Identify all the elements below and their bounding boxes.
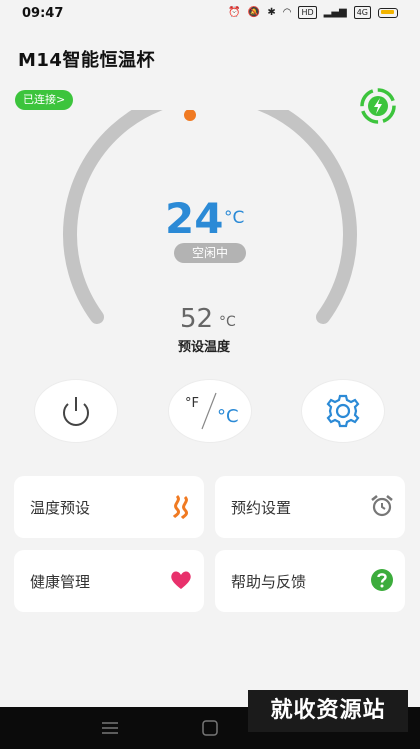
network-icon: 4G [353,6,371,19]
power-button[interactable] [35,380,117,442]
status-time: 09:47 [22,6,64,21]
celsius-label: °C [217,406,239,427]
battery-icon [378,7,398,18]
hd-icon: HD [298,6,317,19]
status-badge: 空闲中 [174,243,246,263]
gauge-indicator[interactable] [184,110,196,121]
unit-divider-icon [201,392,217,430]
health-label: 健康管理 [30,573,91,591]
preset-temperature-label: 预设温度 [178,340,231,355]
home-icon[interactable] [202,720,218,736]
help-feedback-label: 帮助与反馈 [231,573,307,591]
status-bar: 09:47 ⏰ 🔕 ✱ ◠ HD ▂▄▆ 4G [0,0,420,30]
help-icon [371,569,393,591]
temperature-preset-label: 温度预设 [30,499,91,517]
watermark: 就收资源站 [248,690,408,732]
signal-icon: ▂▄▆ [323,7,347,18]
bluetooth-icon: ✱ [267,7,276,18]
status-icons: ⏰ 🔕 ✱ ◠ HD ▂▄▆ 4G [228,6,398,19]
unit-toggle-button[interactable]: °F °C [169,380,251,442]
help-feedback-card[interactable]: 帮助与反馈 [215,550,405,612]
preset-temperature-unit: °C [219,314,236,330]
temperature-preset-card[interactable]: 温度预设 [14,476,204,538]
heart-icon [171,571,191,589]
settings-button[interactable] [302,380,384,442]
silent-icon: 🔕 [247,7,261,18]
gear-icon [326,394,360,428]
menu-icon[interactable] [102,722,118,734]
connection-status-badge[interactable]: 已连接> [15,90,74,110]
wifi-icon: ◠ [282,7,292,18]
heat-icon [172,494,188,519]
alarm-icon: ⏰ [228,7,241,18]
schedule-card[interactable]: 预约设置 [215,476,405,538]
power-icon [63,397,89,426]
preset-temperature: 52 [180,304,214,334]
app-title: M14智能恒温杯 [18,50,155,71]
current-temperature: 24 [165,194,224,243]
current-temperature-unit: °C [224,208,245,228]
schedule-label: 预约设置 [231,499,292,517]
health-card[interactable]: 健康管理 [14,550,204,612]
alarm-clock-icon [371,495,393,517]
